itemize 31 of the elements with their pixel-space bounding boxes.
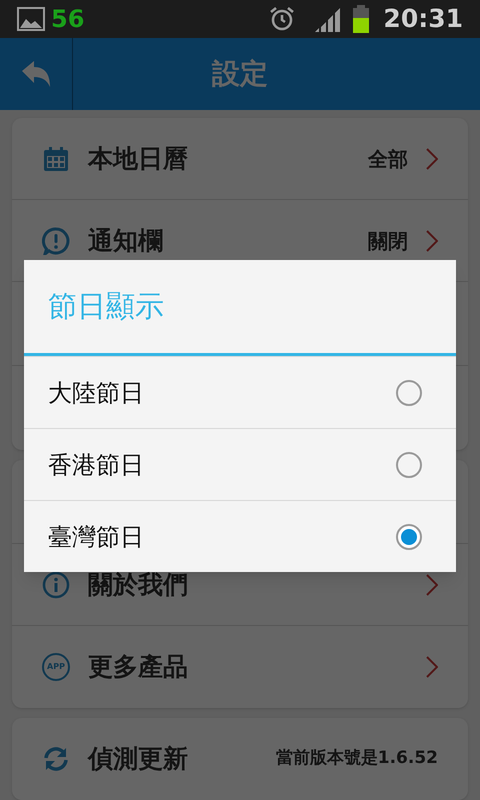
calendar-icon (42, 144, 70, 172)
settings-row[interactable]: 本地日曆 全部 (12, 118, 468, 200)
dialog-option[interactable]: 臺灣節日 (24, 500, 456, 572)
row-label: 通知欄 (88, 224, 163, 257)
row-label: 偵測更新 (88, 743, 188, 776)
battery-icon (351, 5, 372, 33)
dialog-option[interactable]: 大陸節日 (24, 356, 456, 428)
settings-row[interactable]: 偵測更新 當前版本號是1.6.52 (12, 718, 468, 800)
alert-bubble-icon (42, 226, 70, 254)
radio-button[interactable] (396, 524, 422, 550)
app-icon: APP (42, 653, 70, 681)
row-value: 當前版本號是1.6.52 (276, 747, 438, 770)
row-label: 更多產品 (88, 651, 188, 684)
alarm-icon (269, 6, 296, 32)
row-value: 全部 (368, 146, 408, 172)
row-value: 關閉 (368, 228, 408, 254)
status-time: 20:31 (383, 3, 463, 36)
settings-row[interactable]: APP 更多產品 (12, 626, 468, 708)
dialog-title: 節日顯示 (48, 288, 164, 325)
back-arrow-icon (20, 59, 52, 89)
option-label: 香港節日 (48, 450, 145, 480)
option-label: 大陸節日 (48, 378, 145, 408)
info-icon (42, 570, 70, 598)
notification-count: 56 (51, 4, 84, 35)
dialog-option[interactable]: 香港節日 (24, 428, 456, 500)
row-label: 本地日曆 (88, 142, 188, 175)
radio-button[interactable] (396, 452, 422, 478)
header-title: 設定 (210, 56, 269, 92)
image-icon (17, 7, 45, 31)
radio-button[interactable] (396, 380, 422, 406)
refresh-icon (42, 745, 70, 773)
